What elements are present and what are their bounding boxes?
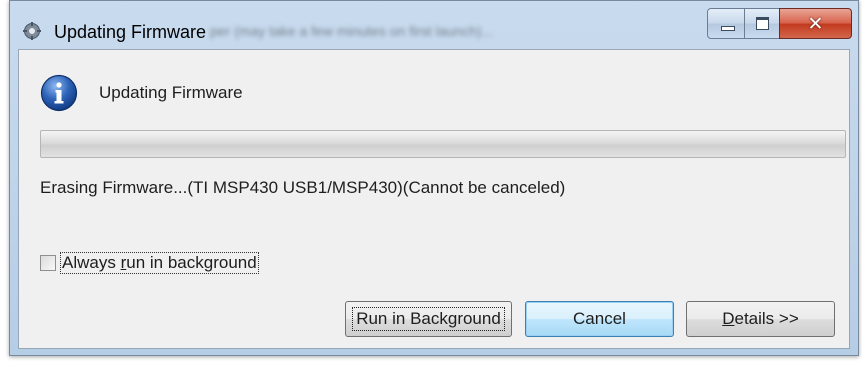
cancel-label: Cancel	[573, 309, 626, 328]
run-in-background-button[interactable]: Run in Background	[345, 301, 512, 337]
run-in-background-option[interactable]: Always run in background	[40, 252, 259, 274]
close-icon: ✕	[807, 12, 824, 35]
window-title-obscured: per (may take a few minutes on first lau…	[210, 23, 494, 39]
title-bar[interactable]: Updating Firmware per (may take a few mi…	[10, 1, 858, 49]
details-label: Details >>	[722, 309, 799, 329]
run-in-background-checkbox[interactable]	[40, 255, 56, 271]
app-gear-icon	[23, 22, 41, 40]
details-text: etails >>	[734, 309, 799, 328]
minimize-icon	[721, 26, 735, 31]
dialog-body: Updating Firmware Erasing Firmware...(TI…	[18, 49, 850, 349]
dialog-heading: Updating Firmware	[99, 83, 243, 102]
cancel-button[interactable]: Cancel	[525, 301, 674, 337]
details-mnemonic: D	[722, 309, 735, 328]
label-text-pre: Always	[62, 253, 121, 272]
run-in-background-label[interactable]: Always run in background	[60, 252, 259, 274]
run-in-background-label: Run in Background	[352, 307, 505, 331]
maximize-button[interactable]	[744, 8, 780, 39]
maximize-icon	[756, 17, 769, 30]
minimize-button[interactable]	[707, 8, 745, 39]
progress-bar	[40, 130, 846, 158]
close-button[interactable]: ✕	[779, 8, 852, 39]
details-button[interactable]: Details >>	[686, 301, 835, 337]
dialog-window: Updating Firmware per (may take a few mi…	[9, 0, 859, 356]
status-text: Erasing Firmware...(TI MSP430 USB1/MSP43…	[40, 178, 566, 197]
label-text-post: un in background	[126, 253, 257, 272]
info-icon	[40, 74, 78, 112]
window-title: Updating Firmware	[54, 22, 207, 42]
